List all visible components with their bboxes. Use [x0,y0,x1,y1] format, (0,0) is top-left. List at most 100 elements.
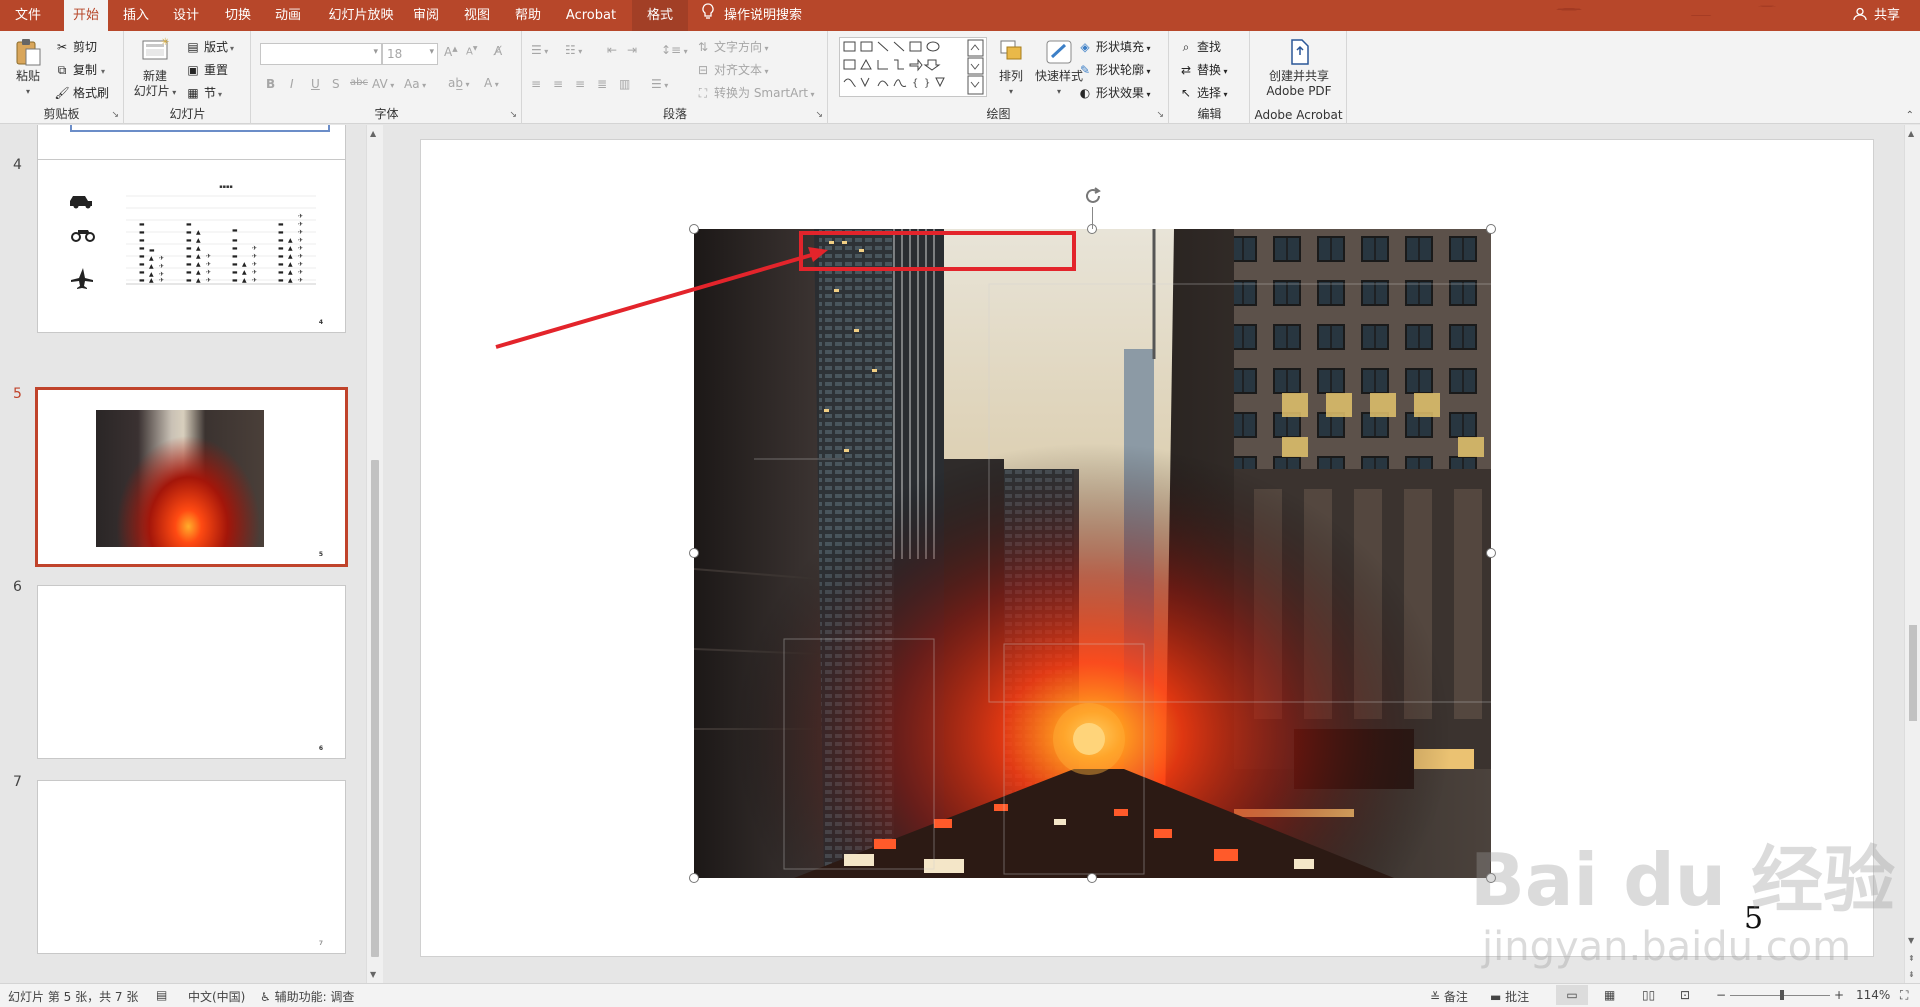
notes-button[interactable]: ≚ 备注 [1430,988,1468,1005]
tab-insert[interactable]: 插入 [114,0,158,31]
collapse-ribbon-icon[interactable]: ⌃ [1906,110,1914,121]
tab-format[interactable]: 格式 [632,0,688,31]
rotate-handle-icon[interactable] [1081,184,1105,208]
scroll-up-icon[interactable]: ▲ [370,129,376,138]
paste-button[interactable]: 粘贴 ▾ [8,37,48,99]
resize-handle-top-left[interactable] [689,224,699,234]
slide-sorter-icon[interactable]: ▦ [1604,988,1615,1002]
comments-button[interactable]: ▬ 批注 [1490,988,1529,1005]
char-spacing-button[interactable]: AV ▾ [372,77,394,91]
tab-transitions[interactable]: 切换 [216,0,260,31]
thumbnail-scroll-thumb[interactable] [371,460,379,957]
resize-handle-bottom-left[interactable] [689,873,699,883]
accessibility-status[interactable]: ♿ 辅助功能: 调查 [260,988,354,1005]
paragraph-launcher-icon[interactable]: ↘ [815,110,823,120]
replace-button[interactable]: ⇄ 替换 ▾ [1178,61,1228,78]
scroll-down-icon[interactable]: ▼ [370,970,376,979]
line-spacing-icon[interactable]: ↕≡ ▾ [661,43,688,57]
shrink-font-button[interactable]: A▼ [466,45,477,57]
align-text-button[interactable]: ⊟ 对齐文本 ▾ [695,61,769,78]
editor-scroll-down-icon[interactable]: ▼ [1908,936,1914,945]
grow-font-button[interactable]: A▲ [444,45,458,59]
zoom-slider-thumb[interactable] [1780,990,1784,1000]
cut-button[interactable]: ✂ 剪切 [54,38,97,55]
section-button[interactable]: ▦ 节 ▾ [185,84,222,101]
shadow-button[interactable]: S [332,77,340,91]
editor-scroll-thumb[interactable] [1909,625,1917,721]
reset-button[interactable]: ▣ 重置 [185,61,228,78]
new-slide-button[interactable]: ✳ 新建 幻灯片 ▾ [131,37,179,100]
bullets-icon[interactable]: ☰ ▾ [531,43,548,57]
slideshow-view-icon[interactable]: ⊡ [1680,988,1690,1002]
layout-button[interactable]: ▤ 版式 ▾ [185,38,234,55]
shape-effects-button[interactable]: ◐ 形状效果 ▾ [1077,84,1151,101]
thumbnail-scrollbar[interactable]: ▲ ▼ [366,125,383,983]
resize-handle-top-right[interactable] [1486,224,1496,234]
align-center-icon[interactable]: ≡ [553,77,563,91]
clipboard-launcher-icon[interactable]: ↘ [111,110,119,120]
resize-handle-right[interactable] [1486,548,1496,558]
next-slide-icon[interactable]: ⇟ [1908,970,1915,979]
tell-me-search[interactable]: 操作说明搜索 [700,0,802,31]
clear-format-icon[interactable]: A̸ [494,44,502,58]
slide-thumbnail-5[interactable]: 5 [35,387,348,567]
columns-icon[interactable]: ▥ [619,77,630,91]
font-name-dropdown[interactable]: ▾ [260,43,382,65]
resize-handle-bottom-right[interactable] [1486,873,1496,883]
editor-scroll-up-icon[interactable]: ▲ [1908,129,1914,138]
italic-button[interactable]: I [290,77,294,91]
create-pdf-button[interactable]: 创建并共享 Adobe PDF [1255,37,1343,99]
text-direction-button[interactable]: ⇅ 文字方向 ▾ [695,38,769,55]
resize-handle-bottom[interactable] [1087,873,1097,883]
resize-handle-left[interactable] [689,548,699,558]
slide-thumbnail-6[interactable]: 6 [37,585,346,759]
tab-view[interactable]: 视图 [455,0,499,31]
convert-smartart-button[interactable]: ⛶ 转换为 SmartArt ▾ [695,84,815,101]
increase-indent-icon[interactable]: ⇥ [627,43,637,57]
city-sunset-image[interactable] [694,229,1491,878]
align-right-icon[interactable]: ≡ [575,77,585,91]
underline-button[interactable]: U [311,77,320,91]
format-painter-button[interactable]: 🖌 格式刷 [54,84,109,101]
language-status[interactable]: 中文(中国) [188,988,245,1005]
reading-view-icon[interactable]: ▯▯ [1642,988,1655,1002]
justify-icon[interactable]: ≣ [597,77,607,91]
find-button[interactable]: ⌕ 查找 [1178,38,1221,55]
shapes-gallery[interactable]: { } [839,37,987,97]
shape-outline-button[interactable]: ✎ 形状轮廓 ▾ [1077,61,1151,78]
tab-home[interactable]: 开始 [64,0,108,31]
font-launcher-icon[interactable]: ↘ [509,110,517,120]
highlight-icon[interactable]: ab̲ ▾ [448,76,470,90]
copy-button[interactable]: ⧉ 复制 ▾ [54,61,105,78]
distribute-icon[interactable]: ☰ ▾ [651,77,668,91]
drawing-launcher-icon[interactable]: ↘ [1156,110,1164,120]
arrange-button[interactable]: 排列 ▾ [991,37,1031,99]
slide-thumbnail-4[interactable]: ▪▪▪▪ ▬ ▬ ▬ ▬ ▬ ▬ ▬ ▬ ▬ ▲ ▲ ▲ ▲ ✈ ✈ ✈ ✈ ▬ ▬ ▬ ▬ ▬ ▬ ▬ ▬ ▲ ▲ ▲ ▲ ▲ ▲… [37,159,346,333]
prev-slide-icon[interactable]: ⇞ [1908,954,1915,963]
zoom-level[interactable]: 114% [1856,988,1890,1002]
font-color-icon[interactable]: A ▾ [484,76,499,90]
decrease-indent-icon[interactable]: ⇤ [607,43,617,57]
share-button[interactable]: 共享 [1853,0,1900,31]
normal-view-icon[interactable]: ▭ [1556,985,1588,1005]
align-left-icon[interactable]: ≡ [531,77,541,91]
change-case-button[interactable]: Aa ▾ [404,77,426,91]
editor-scrollbar[interactable]: ▲ ▼ ⇞ ⇟ [1904,125,1920,983]
tab-animations[interactable]: 动画 [266,0,310,31]
tab-review[interactable]: 审阅 [404,0,448,31]
numbering-icon[interactable]: ☷ ▾ [565,43,582,57]
zoom-in-icon[interactable]: + [1834,988,1844,1002]
tab-acrobat[interactable]: Acrobat [556,0,626,31]
zoom-out-icon[interactable]: − [1716,988,1726,1002]
strikethrough-button[interactable]: abc [350,77,368,88]
font-size-dropdown[interactable]: 18 ▾ [382,43,438,65]
tab-design[interactable]: 设计 [164,0,208,31]
spellcheck-icon[interactable]: ▤ [156,988,167,1002]
tab-help[interactable]: 帮助 [506,0,550,31]
shape-fill-button[interactable]: ◈ 形状填充 ▾ [1077,38,1150,55]
slide-thumbnail-7[interactable]: 7 [37,780,346,954]
bold-button[interactable]: B [266,77,275,91]
tab-slideshow[interactable]: 幻灯片放映 [318,0,404,31]
select-button[interactable]: ↖ 选择 ▾ [1178,84,1228,101]
tab-file[interactable]: 文件 [0,0,56,31]
